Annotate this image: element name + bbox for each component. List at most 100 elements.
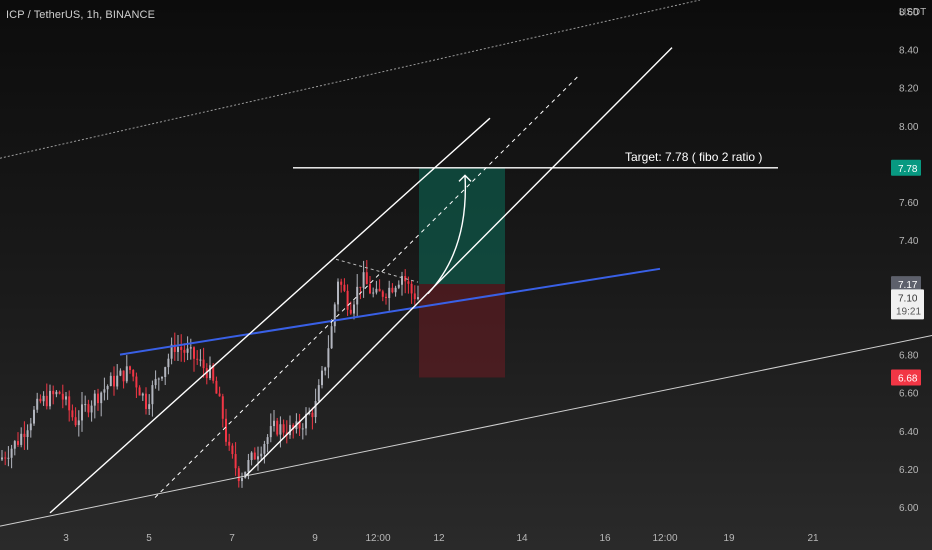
candle-body <box>55 391 58 395</box>
candle-body <box>93 393 96 406</box>
candle-body <box>164 367 167 378</box>
candle-body <box>129 366 131 370</box>
candle-body <box>20 433 23 445</box>
candle-body <box>381 291 384 297</box>
candle-body <box>39 398 42 402</box>
candle-body <box>141 393 144 396</box>
candle-body <box>372 292 375 294</box>
horizontal-trendline[interactable] <box>119 267 661 356</box>
time-tick: 7 <box>229 533 235 544</box>
candle-body <box>394 287 397 293</box>
candle-body <box>410 283 413 294</box>
candle-body <box>33 409 35 424</box>
price-tick: 7.60 <box>899 198 919 209</box>
target-price-label: 7.78 <box>898 164 918 175</box>
candle-body <box>391 287 394 293</box>
candle-body <box>68 396 71 411</box>
candle-body <box>122 370 125 382</box>
candle-body <box>247 460 250 472</box>
candle-body <box>45 395 48 407</box>
candle-body <box>340 281 343 285</box>
candle-body <box>231 445 234 455</box>
candle-body <box>138 387 141 396</box>
channel-mid-line[interactable] <box>154 73 581 498</box>
candle-body <box>397 284 400 288</box>
stop-price-label: 6.68 <box>898 373 918 384</box>
channel-lower-line[interactable] <box>244 47 673 478</box>
price-axis[interactable]: USDT 6.006.206.406.606.807.607.408.008.2… <box>891 7 926 514</box>
time-tick: 12 <box>433 533 445 544</box>
candle-body <box>81 404 83 421</box>
candle-body <box>385 296 387 299</box>
candle-body <box>209 365 211 379</box>
time-tick: 19 <box>723 533 735 544</box>
candle-body <box>215 380 218 394</box>
time-tick: 3 <box>63 533 69 544</box>
target-annotation: Target: 7.78 ( fibo 2 ratio ) <box>625 150 762 164</box>
price-chart[interactable]: Target: 7.78 ( fibo 2 ratio ) USDT 6.006… <box>0 0 932 550</box>
price-tick: 8.60 <box>899 7 919 18</box>
candle-body <box>90 405 93 413</box>
candle-body <box>52 390 55 395</box>
price-tick: 8.00 <box>899 122 919 133</box>
candle-body <box>77 420 80 426</box>
candle-body <box>29 423 32 431</box>
candle-body <box>10 448 13 458</box>
price-tick: 7.40 <box>899 236 919 247</box>
candle-body <box>237 468 240 482</box>
candle-body <box>359 286 362 288</box>
candle-body <box>263 443 266 454</box>
candle-body <box>167 358 170 368</box>
candle-body <box>49 390 51 407</box>
long-resistance-line[interactable] <box>0 0 701 159</box>
candle-body <box>151 385 154 405</box>
price-tick: 6.80 <box>899 351 919 362</box>
candle-body <box>119 370 122 376</box>
symbol-legend[interactable]: ICP / TetherUS, 1h, BINANCE <box>6 9 155 21</box>
candle-body <box>301 428 304 430</box>
candle-body <box>145 393 147 409</box>
candle-body <box>71 410 74 418</box>
candle-body <box>330 326 333 349</box>
candle-body <box>276 420 279 435</box>
candle-body <box>132 369 135 377</box>
last-price-label: 7.10 <box>898 293 918 304</box>
candle-body <box>241 477 243 482</box>
candle-body <box>225 418 227 442</box>
candle-body <box>148 404 151 409</box>
candle-body <box>13 441 16 449</box>
candle-body <box>180 347 183 350</box>
candle-body <box>154 378 157 386</box>
candle-body <box>4 457 7 459</box>
candle-body <box>321 370 323 386</box>
candle-body <box>106 386 109 390</box>
time-tick: 5 <box>146 533 152 544</box>
candle-body <box>353 304 355 314</box>
candle-body <box>314 400 317 418</box>
candle-body <box>369 284 371 294</box>
candle-body <box>221 396 224 419</box>
price-tick: 6.60 <box>899 389 919 400</box>
candle-body <box>311 412 314 418</box>
chart-container[interactable]: Target: 7.78 ( fibo 2 ratio ) USDT 6.00 6… <box>0 0 932 550</box>
candle-body <box>100 392 103 404</box>
price-tick: 8.20 <box>899 84 919 95</box>
candle-body <box>253 452 256 460</box>
price-tick: 8.40 <box>899 46 919 57</box>
candle-body <box>378 288 381 292</box>
loss-zone[interactable] <box>419 284 505 378</box>
candle-body <box>218 393 221 397</box>
candle-body <box>26 430 29 438</box>
candle-body <box>109 375 112 387</box>
candle-body <box>1 457 3 460</box>
candle-body <box>199 359 202 361</box>
candle-body <box>346 290 349 310</box>
candle-body <box>183 349 186 353</box>
candle-body <box>161 377 163 379</box>
countdown-label: 19:21 <box>896 306 921 317</box>
candle-body <box>186 348 189 353</box>
candle-body <box>193 347 195 359</box>
candle-body <box>260 453 263 457</box>
time-axis[interactable]: 3 5 7 9 12:00 12 14 16 12:00 19 21 <box>63 533 819 544</box>
candle-body <box>269 426 272 438</box>
